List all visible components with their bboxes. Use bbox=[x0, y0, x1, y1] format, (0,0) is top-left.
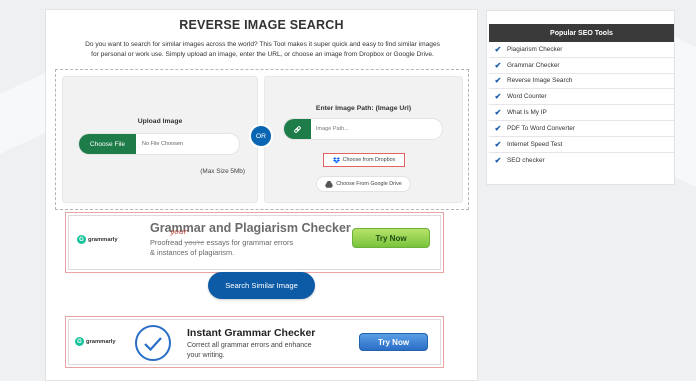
search-similar-image-button[interactable]: Search Similar Image bbox=[208, 272, 315, 299]
url-label: Enter Image Path: (Image Url) bbox=[315, 105, 412, 112]
sidebar-title: Popular SEO Tools bbox=[489, 24, 674, 42]
sidebar-item-word-counter[interactable]: ✔ Word Counter bbox=[489, 89, 674, 106]
ad-handwritten-word: your bbox=[170, 227, 188, 236]
main-card: REVERSE IMAGE SEARCH Do you want to sear… bbox=[45, 9, 478, 381]
try-now-button[interactable]: Try Now bbox=[359, 333, 428, 351]
sidebar-item-plagiarism-checker[interactable]: ✔ Plagiarism Checker bbox=[489, 42, 674, 58]
checkmark-circle-icon bbox=[135, 325, 171, 361]
grammarly-logo: G grammarly bbox=[77, 235, 118, 244]
google-drive-button[interactable]: Choose From Google Drive bbox=[316, 176, 411, 192]
dropbox-icon bbox=[332, 156, 340, 163]
or-divider: OR bbox=[249, 124, 273, 148]
sidebar-item-reverse-image-search[interactable]: ✔ Reverse Image Search bbox=[489, 74, 674, 90]
ad-body-line: Proofread you're essays for grammar erro… bbox=[150, 238, 293, 248]
ad-body-line: your writing. bbox=[187, 351, 225, 359]
dropbox-label: Choose from Dropbox bbox=[342, 157, 396, 163]
check-icon: ✔ bbox=[494, 92, 502, 102]
sidebar-item-label: Internet Speed Test bbox=[507, 140, 563, 148]
dropbox-button[interactable]: Choose from Dropbox bbox=[323, 153, 405, 167]
grammarly-logo-text: grammarly bbox=[88, 236, 118, 243]
grammarly-g-icon: G bbox=[77, 235, 86, 244]
check-icon: ✔ bbox=[494, 108, 502, 118]
sidebar-item-what-is-my-ip[interactable]: ✔ What Is My IP bbox=[489, 105, 674, 121]
ad-body: Proofread you're essays for grammar erro… bbox=[150, 238, 293, 258]
link-icon bbox=[294, 125, 301, 133]
url-input-group bbox=[283, 118, 443, 140]
file-input-group[interactable]: Choose File No File Choosen bbox=[78, 133, 240, 155]
ad-frame: G grammarly Grammar and Plagiarism Check… bbox=[68, 215, 441, 270]
intro-text: Do you want to search for similar images… bbox=[56, 40, 469, 59]
ad-frame: G grammarly Instant Grammar Checker Corr… bbox=[68, 319, 441, 365]
seo-tools-sidebar: Popular SEO Tools ✔ Plagiarism Checker ✔ G… bbox=[486, 10, 675, 185]
check-icon: ✔ bbox=[494, 155, 502, 165]
sidebar-item-grammar-checker[interactable]: ✔ Grammar Checker bbox=[489, 58, 674, 74]
checkmark-icon bbox=[144, 337, 162, 352]
ad-body-strike: you're bbox=[184, 238, 205, 247]
grammarly-g-icon: G bbox=[75, 337, 84, 346]
check-icon: ✔ bbox=[494, 76, 502, 86]
try-now-button[interactable]: Try Now bbox=[352, 228, 430, 248]
intro-line: Do you want to search for similar images… bbox=[85, 41, 440, 48]
grammarly-ad-banner[interactable]: G grammarly Grammar and Plagiarism Check… bbox=[65, 212, 444, 273]
ad-body-rest: essays for grammar errors bbox=[206, 238, 294, 247]
upload-panel: Upload Image Choose File No File Choosen… bbox=[62, 76, 258, 203]
ad-title: Instant Grammar Checker bbox=[187, 327, 316, 339]
intro-line: for personal or work use. Simply upload … bbox=[91, 50, 434, 58]
ad-body-prefix: Proofread bbox=[150, 238, 183, 247]
link-button[interactable] bbox=[284, 119, 311, 139]
sidebar-item-internet-speed-test[interactable]: ✔ Internet Speed Test bbox=[489, 137, 674, 153]
max-size-note: (Max Size 5Mb) bbox=[200, 168, 245, 175]
sidebar-item-label: PDF To Word Converter bbox=[507, 124, 575, 132]
upload-label: Upload Image bbox=[137, 118, 183, 125]
grammarly-logo-text: grammarly bbox=[86, 338, 116, 345]
check-icon: ✔ bbox=[494, 139, 502, 149]
sidebar-item-label: Word Counter bbox=[507, 93, 547, 101]
sidebar-item-label: Grammar Checker bbox=[507, 61, 560, 69]
url-panel: Enter Image Path: (Image Url) Choose fro… bbox=[264, 76, 463, 203]
grammarly-logo: G grammarly bbox=[75, 337, 116, 346]
sidebar-item-label: Plagiarism Checker bbox=[507, 45, 563, 53]
file-status: No File Choosen bbox=[142, 141, 183, 147]
sidebar-item-pdf-to-word[interactable]: ✔ PDF To Word Converter bbox=[489, 121, 674, 137]
google-drive-label: Choose From Google Drive bbox=[336, 181, 402, 187]
upload-zone: Upload Image Choose File No File Choosen… bbox=[55, 69, 469, 210]
google-drive-icon bbox=[325, 180, 334, 188]
sidebar-list: ✔ Plagiarism Checker ✔ Grammar Checker ✔ Re… bbox=[489, 42, 674, 168]
ad-body: Correct all grammar errors and enhance y… bbox=[187, 341, 312, 360]
sidebar-item-seo-checker[interactable]: ✔ SEO checker bbox=[489, 153, 674, 169]
sidebar-item-label: Reverse Image Search bbox=[507, 77, 573, 85]
page-title: REVERSE IMAGE SEARCH bbox=[179, 18, 344, 32]
check-icon: ✔ bbox=[494, 60, 502, 70]
choose-file-button[interactable]: Choose File bbox=[79, 134, 136, 154]
instant-grammar-ad-banner[interactable]: G grammarly Instant Grammar Checker Corr… bbox=[65, 316, 444, 368]
ad-body-line: & instances of plagiarism. bbox=[150, 248, 235, 257]
image-path-input[interactable] bbox=[316, 119, 438, 139]
ad-body-line: Correct all grammar errors and enhance bbox=[187, 342, 312, 349]
sidebar-item-label: SEO checker bbox=[507, 156, 545, 164]
check-icon: ✔ bbox=[494, 44, 502, 54]
check-icon: ✔ bbox=[494, 123, 502, 133]
sidebar-item-label: What Is My IP bbox=[507, 109, 547, 117]
